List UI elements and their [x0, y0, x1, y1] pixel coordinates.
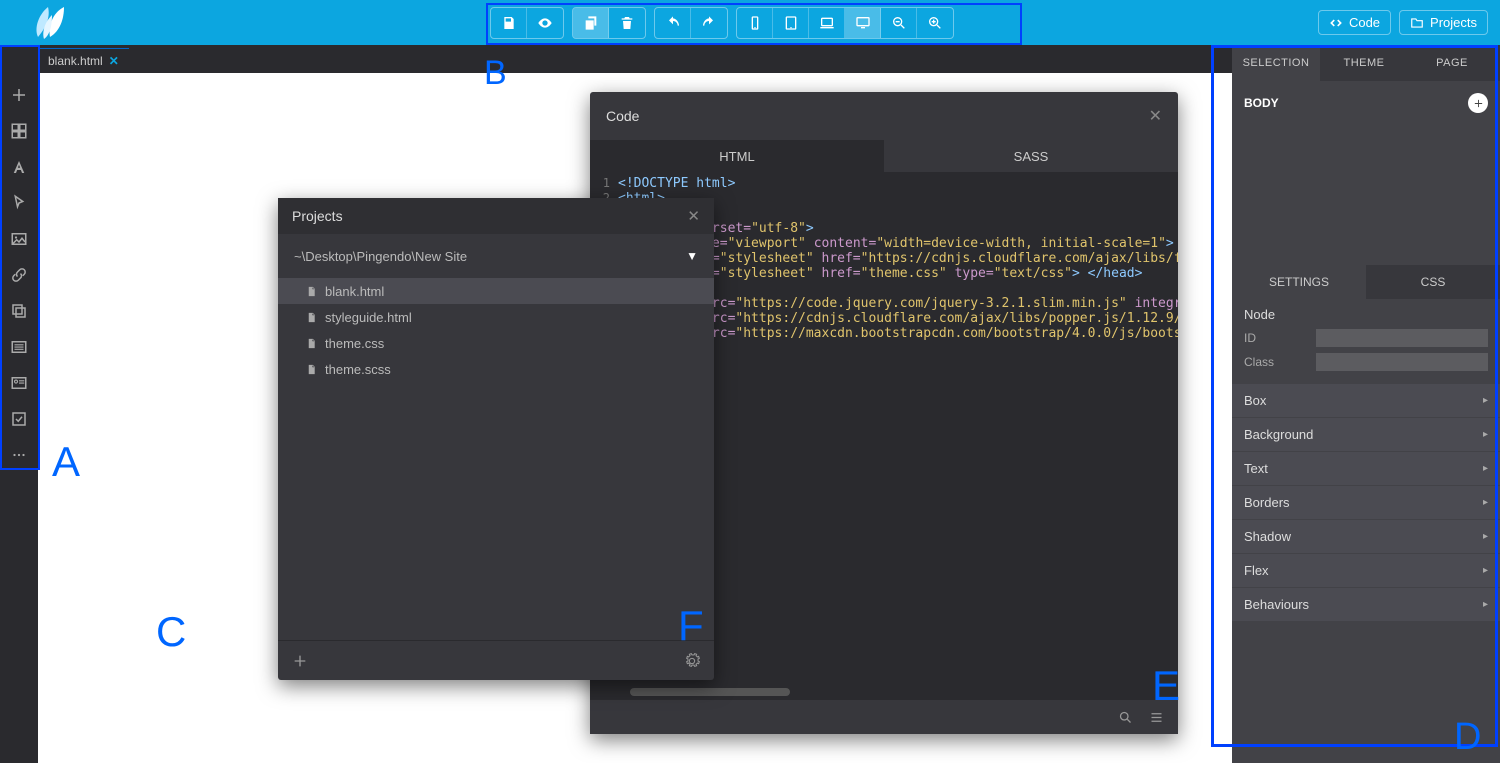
grid-icon[interactable]	[0, 113, 38, 149]
trash-icon[interactable]	[609, 8, 645, 38]
annotation-b: B	[484, 54, 507, 93]
project-files-list: blank.htmlstyleguide.htmltheme.csstheme.…	[278, 278, 714, 640]
projects-close-icon[interactable]: ✕	[687, 207, 700, 225]
desktop-icon[interactable]	[845, 8, 881, 38]
inspector-panel: SELECTION THEME PAGE BODY SETTINGS CSS N…	[1232, 45, 1500, 763]
accordion-flex[interactable]: Flex▸	[1232, 554, 1500, 587]
code-tab-html[interactable]: HTML	[590, 140, 884, 172]
card-icon[interactable]	[0, 365, 38, 401]
file-tab[interactable]: blank.html ✕	[38, 48, 129, 73]
laptop-icon[interactable]	[809, 8, 845, 38]
menu-icon[interactable]	[1149, 710, 1164, 725]
project-file[interactable]: styleguide.html	[278, 304, 714, 330]
accordion-background[interactable]: Background▸	[1232, 418, 1500, 451]
more-icon[interactable]	[0, 437, 38, 473]
id-input[interactable]	[1316, 329, 1488, 347]
code-panel-close-icon[interactable]: ✕	[1149, 106, 1162, 126]
subtab-css[interactable]: CSS	[1366, 265, 1500, 299]
annotation-f: F	[678, 602, 704, 650]
inspector-tab-selection[interactable]: SELECTION	[1232, 45, 1320, 81]
add-icon[interactable]	[0, 77, 38, 113]
node-label: Node	[1232, 299, 1500, 326]
tablet-icon[interactable]	[773, 8, 809, 38]
annotation-e: E	[1152, 662, 1180, 710]
projects-panel: Projects ✕ ~\Desktop\Pingendo\New Site ▼…	[278, 198, 714, 680]
preview-icon[interactable]	[527, 8, 563, 38]
save-icon[interactable]	[491, 8, 527, 38]
zoom-out-icon[interactable]	[881, 8, 917, 38]
copy-icon[interactable]	[573, 8, 609, 38]
inspector-tab-theme[interactable]: THEME	[1320, 45, 1408, 81]
chevron-down-icon: ▼	[686, 249, 698, 263]
topbar: Code Projects	[0, 0, 1500, 45]
code-tab-sass[interactable]: SASS	[884, 140, 1178, 172]
link-icon[interactable]	[0, 257, 38, 293]
code-panel-title: Code	[606, 108, 639, 124]
annotation-c: C	[156, 608, 186, 656]
check-icon[interactable]	[0, 401, 38, 437]
project-path-label: ~\Desktop\Pingendo\New Site	[294, 249, 467, 264]
projects-button[interactable]: Projects	[1399, 10, 1488, 35]
pointer-icon[interactable]	[0, 185, 38, 221]
list-icon[interactable]	[0, 329, 38, 365]
project-path-dropdown[interactable]: ~\Desktop\Pingendo\New Site ▼	[278, 234, 714, 278]
inspector-tab-page[interactable]: PAGE	[1408, 45, 1496, 81]
add-project-icon[interactable]	[292, 653, 308, 669]
id-label: ID	[1244, 331, 1304, 345]
horizontal-scrollbar[interactable]	[630, 688, 790, 696]
subtab-settings[interactable]: SETTINGS	[1232, 265, 1366, 299]
app-logo	[0, 0, 100, 45]
tabbar: blank.html ✕	[38, 45, 129, 73]
zoom-in-icon[interactable]	[917, 8, 953, 38]
file-tab-label: blank.html	[48, 54, 103, 68]
settings-gear-icon[interactable]	[684, 653, 700, 669]
left-toolbar	[0, 73, 38, 763]
project-file[interactable]: theme.css	[278, 330, 714, 356]
image-icon[interactable]	[0, 221, 38, 257]
accordion-shadow[interactable]: Shadow▸	[1232, 520, 1500, 553]
projects-title: Projects	[292, 208, 343, 224]
class-input[interactable]	[1316, 353, 1488, 371]
code-button-label: Code	[1349, 15, 1380, 30]
accordion-borders[interactable]: Borders▸	[1232, 486, 1500, 519]
undo-icon[interactable]	[655, 8, 691, 38]
accordion-text[interactable]: Text▸	[1232, 452, 1500, 485]
project-file[interactable]: blank.html	[278, 278, 714, 304]
close-tab-icon[interactable]: ✕	[109, 54, 119, 68]
project-file[interactable]: theme.scss	[278, 356, 714, 382]
redo-icon[interactable]	[691, 8, 727, 38]
annotation-d: D	[1454, 716, 1481, 759]
projects-button-label: Projects	[1430, 15, 1477, 30]
add-element-button[interactable]	[1468, 93, 1488, 113]
code-button[interactable]: Code	[1318, 10, 1391, 35]
layers-icon[interactable]	[0, 293, 38, 329]
accordion-behaviours[interactable]: Behaviours▸	[1232, 588, 1500, 621]
toolbar-center	[490, 7, 954, 39]
annotation-a: A	[52, 438, 80, 486]
accordion-box[interactable]: Box▸	[1232, 384, 1500, 417]
phone-icon[interactable]	[737, 8, 773, 38]
body-label: BODY	[1244, 96, 1279, 110]
class-label: Class	[1244, 355, 1304, 369]
text-icon[interactable]	[0, 149, 38, 185]
search-code-icon[interactable]	[1118, 710, 1133, 725]
